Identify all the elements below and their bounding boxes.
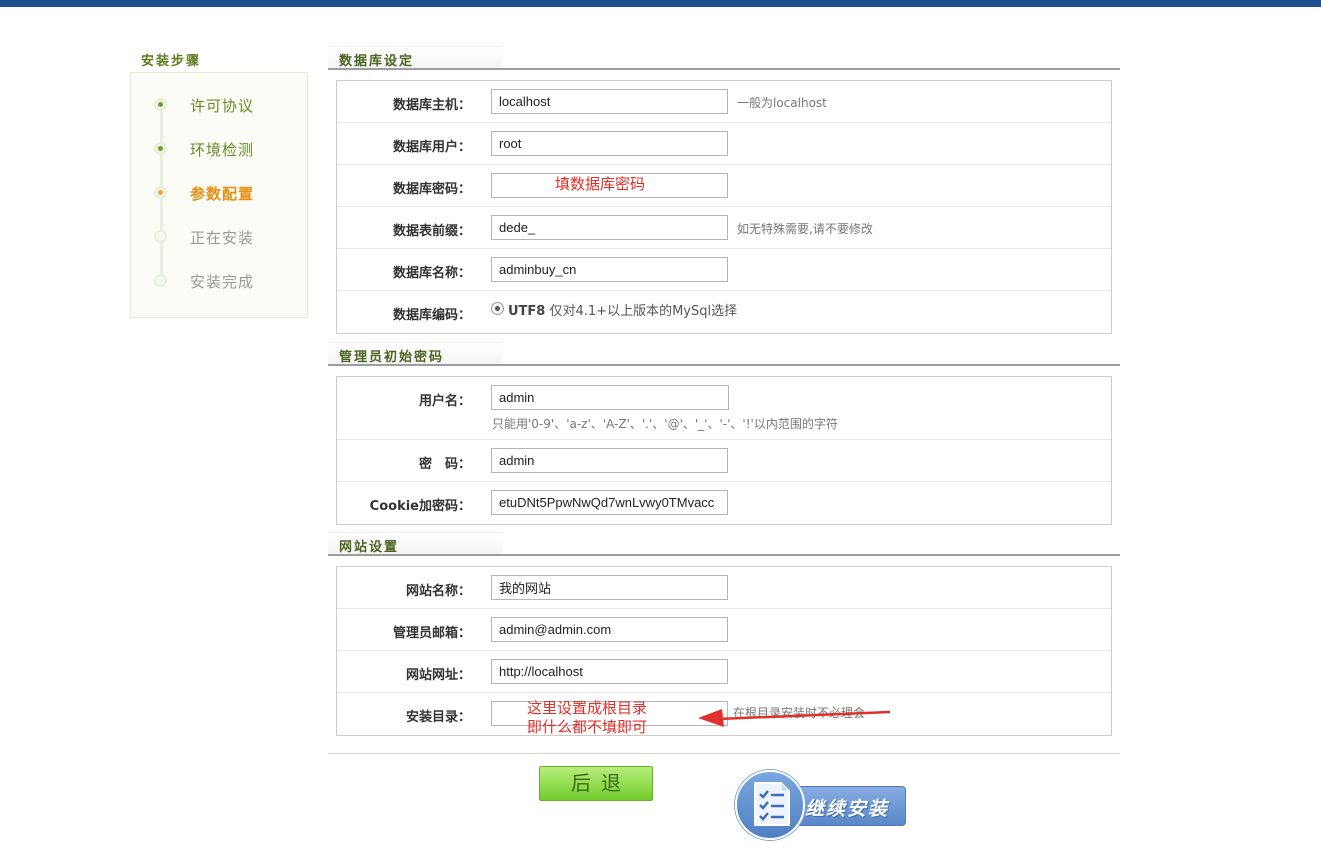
step-label: 环境检测 (190, 141, 255, 159)
form-row-db-host: 数据库主机： 一般为localhost (337, 81, 1111, 123)
sidebar-title: 安装步骤 (141, 54, 202, 69)
step-env-check: 环境检测 (131, 133, 307, 163)
step-label: 正在安装 (190, 229, 255, 247)
admin-form: 用户名： 只能用'0-9'、'a-z'、'A-Z'、'.'、'@'、'_'、'-… (336, 376, 1112, 525)
section-title: 网站设置 (339, 540, 400, 555)
charset-utf8-radio[interactable] (491, 302, 504, 315)
dir-annotation-line1: 这里设置成根目录 (527, 699, 648, 717)
step-label: 许可协议 (190, 97, 255, 115)
step-label: 安装完成 (190, 273, 255, 291)
db-name-input[interactable] (491, 257, 728, 282)
continue-label: 继续安装 (805, 798, 890, 820)
step-license: 许可协议 (131, 89, 307, 119)
step-done-icon (154, 142, 167, 155)
section-header-admin: 管理员初始密码 (328, 342, 1120, 366)
form-row-password: 密 码： (337, 440, 1111, 482)
database-form: 数据库主机： 一般为localhost 数据库用户： 数据库密码： 填数据库密码… (336, 80, 1112, 334)
db-user-input[interactable] (491, 131, 728, 156)
username-hint: 只能用'0-9'、'a-z'、'A-Z'、'.'、'@'、'_'、'-'、'!'… (492, 417, 838, 431)
field-label: 数据库密码： (392, 182, 471, 197)
form-row-db-prefix: 数据表前缀： 如无特殊需要,请不要修改 (337, 207, 1111, 249)
annotation-arrow-icon (698, 709, 891, 727)
continue-install-button[interactable]: 继续安装 (735, 768, 907, 842)
step-active-icon (154, 186, 167, 199)
field-label: 管理员邮箱： (392, 626, 471, 641)
admin-email-input[interactable] (491, 617, 728, 642)
top-bar (0, 0, 1321, 7)
db-prefix-input[interactable] (491, 215, 728, 240)
field-label: 数据库名称： (392, 266, 471, 281)
db-host-input[interactable] (491, 89, 728, 114)
form-row-site-url: 网站网址： (337, 651, 1111, 693)
password-annotation: 填数据库密码 (555, 175, 646, 193)
form-row-username: 用户名： 只能用'0-9'、'a-z'、'A-Z'、'.'、'@'、'_'、'-… (337, 377, 1111, 440)
field-label: 网站网址： (405, 668, 471, 683)
field-label: 安装目录： (405, 710, 471, 725)
back-button[interactable]: 后退 (539, 766, 653, 801)
step-done-icon (154, 98, 167, 111)
section-title: 数据库设定 (339, 54, 415, 69)
field-label: 用户名： (418, 394, 471, 409)
field-label: 数据库主机： (392, 98, 471, 113)
checklist-icon (754, 782, 790, 826)
form-row-db-password: 数据库密码： 填数据库密码 (337, 165, 1111, 207)
field-label: 网站名称： (405, 584, 471, 599)
charset-option: UTF8 仅对4.1+以上版本的MySql选择 (508, 304, 738, 319)
step-label: 参数配置 (190, 185, 255, 203)
field-label: 数据库编码： (392, 308, 471, 323)
field-label: 数据库用户： (392, 140, 471, 155)
divider (328, 753, 1120, 754)
form-row-admin-email: 管理员邮箱： (337, 609, 1111, 651)
cookie-key-input[interactable] (491, 490, 728, 515)
section-header-site: 网站设置 (328, 532, 1120, 556)
step-installing: 正在安装 (131, 221, 307, 251)
step-pending-icon (154, 230, 167, 243)
dir-annotation-line2: 即什么都不填即可 (527, 718, 648, 736)
field-hint: 如无特殊需要,请不要修改 (737, 222, 873, 236)
step-complete: 安装完成 (131, 265, 307, 295)
form-row-cookie: Cookie加密码： (337, 482, 1111, 524)
form-row-db-charset: 数据库编码： UTF8 仅对4.1+以上版本的MySql选择 (337, 291, 1111, 333)
field-label: 密 码： (418, 457, 471, 472)
admin-password-input[interactable] (491, 448, 728, 473)
step-config: 参数配置 (131, 177, 307, 207)
admin-username-input[interactable] (491, 385, 729, 410)
field-hint: 一般为localhost (737, 96, 827, 110)
section-header-database: 数据库设定 (328, 46, 1120, 70)
site-name-input[interactable] (491, 575, 728, 600)
field-label: Cookie加密码： (369, 499, 471, 514)
form-row-site-name: 网站名称： (337, 567, 1111, 609)
section-title: 管理员初始密码 (339, 350, 445, 365)
install-steps-panel: 许可协议 环境检测 参数配置 正在安装 安装完成 (130, 72, 308, 318)
site-url-input[interactable] (491, 659, 728, 684)
step-pending-icon (154, 274, 167, 287)
field-label: 数据表前缀： (392, 224, 471, 239)
form-row-db-name: 数据库名称： (337, 249, 1111, 291)
form-row-db-user: 数据库用户： (337, 123, 1111, 165)
